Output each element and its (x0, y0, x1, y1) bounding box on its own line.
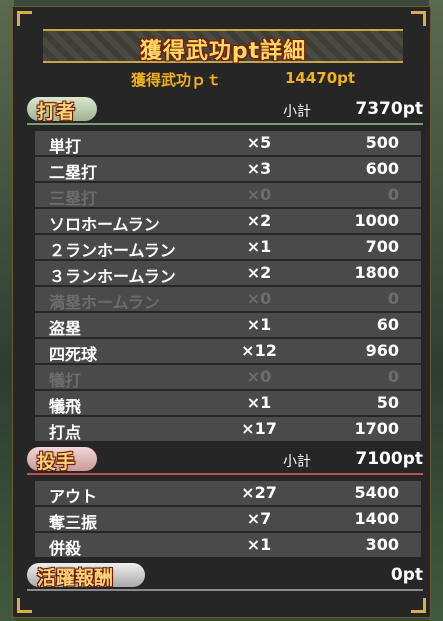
row-points: 700 (365, 237, 399, 256)
total-value: 14470pt (285, 69, 356, 87)
panel-title: 獲得武功pt詳細 (139, 39, 307, 64)
table-row: 三塁打 ×0 0 (35, 183, 421, 208)
row-count: ×1 (246, 237, 272, 256)
row-points: 300 (365, 535, 399, 554)
row-name: 満塁ホームラン (49, 293, 160, 312)
section-divider (27, 473, 423, 475)
row-count: ×1 (246, 535, 272, 554)
row-count: ×2 (246, 211, 272, 230)
row-points: 1400 (354, 509, 399, 528)
row-points: 0 (387, 185, 399, 204)
pitcher-title: 投手 (37, 451, 76, 473)
row-count: ×5 (246, 133, 272, 152)
pitcher-rows: アウト ×27 5400 奪三振 ×7 1400 併殺 ×1 300 (35, 481, 421, 559)
row-name: ３ランホームラン (49, 267, 176, 286)
row-name: 打点 (49, 423, 82, 442)
corner-ornament (17, 598, 32, 613)
row-points: 960 (365, 341, 399, 360)
table-row: 四死球 ×12 960 (35, 339, 421, 364)
table-row: 単打 ×5 500 (35, 131, 421, 156)
points-detail-panel: 獲得武功pt詳細 獲得武功ｐｔ 14470pt 打者 小計 7370pt 単打 ×… (12, 6, 431, 618)
table-row: 満塁ホームラン ×0 0 (35, 287, 421, 312)
corner-ornament (411, 598, 426, 613)
corner-ornament (17, 11, 32, 26)
row-name: アウト (49, 487, 98, 506)
table-row: 奪三振 ×7 1400 (35, 507, 421, 532)
batter-rows: 単打 ×5 500 二塁打 ×3 600 三塁打 ×0 0 ソロホームラン ×2 1000 ２ランホーム… (35, 131, 421, 443)
table-row: 併殺 ×1 300 (35, 533, 421, 558)
table-row: ３ランホームラン ×2 1800 (35, 261, 421, 286)
bonus-section-header: 活躍報酬 0pt (27, 563, 423, 591)
row-count: ×3 (246, 159, 272, 178)
row-count: ×27 (241, 483, 277, 502)
row-points: 1700 (354, 419, 399, 438)
table-row: アウト ×27 5400 (35, 481, 421, 506)
bonus-value: 0pt (390, 565, 423, 585)
row-name: 四死球 (49, 345, 98, 364)
row-name: 犠飛 (49, 397, 82, 416)
batter-subtotal-value: 7370pt (355, 99, 423, 119)
batter-section-header: 打者 小計 7370pt (27, 97, 423, 125)
row-count: ×12 (241, 341, 277, 360)
row-name: 二塁打 (49, 163, 98, 182)
row-points: 1000 (354, 211, 399, 230)
row-name: 併殺 (49, 539, 82, 558)
pitcher-section-header: 投手 小計 7100pt (27, 447, 423, 475)
row-points: 600 (365, 159, 399, 178)
row-points: 0 (387, 289, 399, 308)
pitcher-subtotal-label: 小計 (283, 454, 311, 470)
row-name: 犠打 (49, 371, 82, 390)
row-name: 三塁打 (49, 189, 98, 208)
table-row: ソロホームラン ×2 1000 (35, 209, 421, 234)
row-points: 1800 (354, 263, 399, 282)
row-count: ×0 (246, 289, 272, 308)
total-points-row: 獲得武功ｐｔ 14470pt (13, 69, 430, 89)
table-row: ２ランホームラン ×1 700 (35, 235, 421, 260)
table-row: 打点 ×17 1700 (35, 417, 421, 442)
table-row: 盗塁 ×1 60 (35, 313, 421, 338)
table-row: 犠飛 ×1 50 (35, 391, 421, 416)
row-points: 60 (376, 315, 399, 334)
row-points: 50 (376, 393, 399, 412)
row-name: 奪三振 (49, 513, 98, 532)
section-divider (27, 589, 423, 591)
table-row: 二塁打 ×3 600 (35, 157, 421, 182)
pitcher-subtotal-value: 7100pt (355, 449, 423, 469)
row-count: ×0 (246, 185, 272, 204)
section-divider (27, 123, 423, 125)
row-count: ×0 (246, 367, 272, 386)
total-label: 獲得武功ｐｔ (131, 71, 222, 89)
row-name: 盗塁 (49, 319, 82, 338)
row-count: ×1 (246, 315, 272, 334)
title-banner: 獲得武功pt詳細 (43, 29, 403, 64)
bonus-title: 活躍報酬 (37, 567, 114, 589)
batter-subtotal-label: 小計 (283, 104, 311, 120)
row-name: 単打 (49, 137, 82, 156)
row-points: 5400 (354, 483, 399, 502)
row-points: 0 (387, 367, 399, 386)
corner-ornament (411, 11, 426, 26)
row-name: ２ランホームラン (49, 241, 176, 260)
row-count: ×17 (241, 419, 277, 438)
row-count: ×1 (246, 393, 272, 412)
row-name: ソロホームラン (49, 215, 160, 234)
row-points: 500 (365, 133, 399, 152)
row-count: ×7 (246, 509, 272, 528)
background-right (429, 0, 443, 621)
table-row: 犠打 ×0 0 (35, 365, 421, 390)
row-count: ×2 (246, 263, 272, 282)
batter-title: 打者 (37, 101, 76, 123)
